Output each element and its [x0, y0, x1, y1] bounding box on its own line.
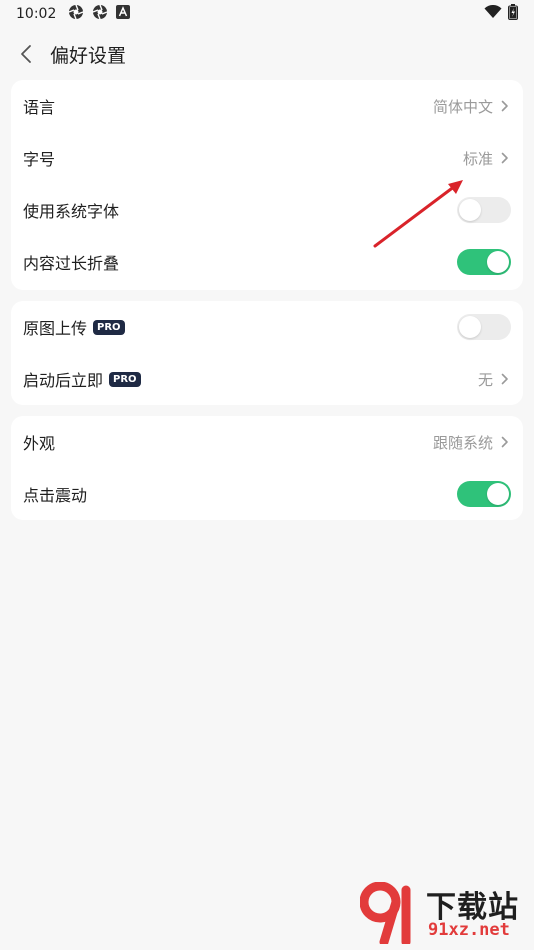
tap-vibration-label: 点击震动 [23, 486, 88, 505]
watermark-logo-icon [360, 882, 411, 944]
toggle-knob [459, 316, 481, 338]
settings-group-pro: 原图上传 PRO 启动后立即 PRO 无 [11, 301, 523, 405]
battery-icon [508, 4, 518, 24]
chevron-left-icon [21, 45, 31, 63]
font-size-label: 字号 [23, 150, 56, 169]
wifi-icon [484, 4, 502, 23]
launch-action-row[interactable]: 启动后立即 PRO 无 [11, 353, 523, 405]
aperture-icon [92, 4, 108, 24]
watermark-url: 91xz.net [428, 920, 510, 940]
chevron-right-icon [501, 151, 511, 165]
language-value: 简体中文 [432, 97, 493, 116]
collapse-long-toggle[interactable] [457, 249, 511, 275]
back-button[interactable] [6, 34, 46, 74]
chevron-right-icon [501, 435, 511, 449]
tap-vibration-toggle[interactable] [457, 481, 511, 507]
launch-action-value: 无 [477, 370, 493, 389]
appearance-label: 外观 [23, 434, 56, 453]
original-upload-row: 原图上传 PRO [11, 301, 523, 353]
pro-badge: PRO [93, 319, 125, 335]
status-time: 10:02 [16, 6, 57, 22]
appearance-row[interactable]: 外观 跟随系统 [11, 416, 523, 468]
font-size-value: 标准 [462, 149, 493, 168]
language-row[interactable]: 语言 简体中文 [11, 80, 523, 132]
appearance-value: 跟随系统 [432, 433, 493, 452]
watermark: 下载站 91xz.net [360, 880, 528, 946]
page-title: 偏好设置 [50, 44, 127, 67]
system-font-label: 使用系统字体 [23, 202, 120, 221]
original-upload-toggle[interactable] [457, 314, 511, 340]
status-right [484, 4, 518, 24]
app-bar: 偏好设置 [0, 34, 534, 74]
status-bar: 10:02 [0, 0, 534, 28]
toggle-knob [487, 251, 509, 273]
toggle-knob [487, 483, 509, 505]
font-a-icon [116, 5, 131, 23]
pro-badge: PRO [109, 371, 141, 387]
tap-vibration-row: 点击震动 [11, 468, 523, 520]
chevron-right-icon [501, 372, 511, 386]
aperture-icon [68, 4, 84, 24]
annotation-arrow-icon [373, 180, 463, 248]
settings-group-appearance: 外观 跟随系统 点击震动 [11, 416, 523, 520]
chevron-right-icon [501, 99, 511, 113]
original-upload-label: 原图上传 [23, 319, 88, 338]
collapse-long-label: 内容过长折叠 [23, 254, 120, 273]
launch-action-label: 启动后立即 [23, 371, 104, 390]
language-label: 语言 [23, 98, 56, 117]
